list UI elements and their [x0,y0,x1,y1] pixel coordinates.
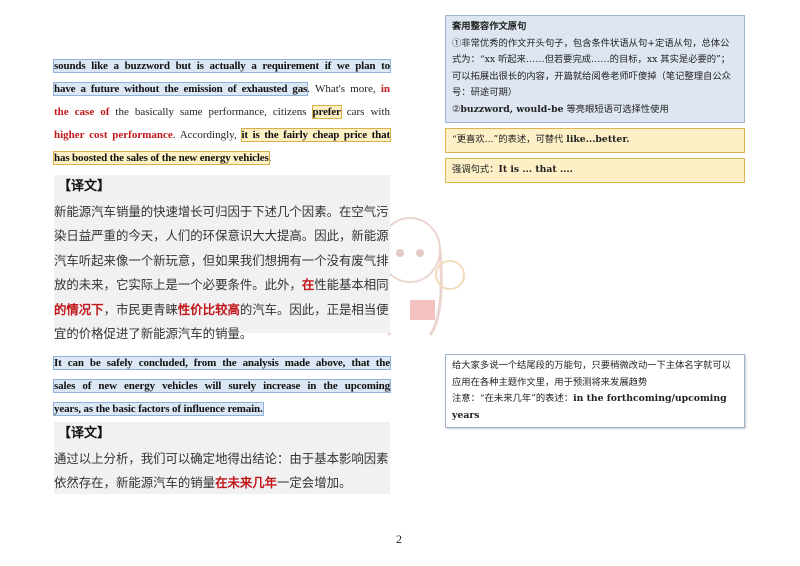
highlight-emphasis: has boosted the sales of the new energy … [53,151,270,165]
note-text: 注意：“在未来几年”的表述：in the forthcoming/upcomin… [452,393,727,421]
text: . What's more, [307,83,381,95]
translation-block-1: 【译文】 新能源汽车销量的快速增长可归因于下述几个因素。在空气污染日益严重的今天… [54,175,390,341]
translation-text: 新能源汽车销量的快速增长可归因于下述几个因素。在空气污染日益严重的今天，人们的环… [54,203,389,342]
note-text: It is ... that .... [498,164,573,175]
highlight-prefer: prefer [311,105,342,119]
english-paragraph-1: sounds like a buzzword but is actually a… [52,55,391,170]
translation-heading: 【译文】 [58,179,111,194]
red-phrase: in [380,83,390,95]
note-text: ②buzzword, would-be 等亮眼短语可选择性使用 [452,103,669,115]
translation-text: 通过以上分析，我们可以确定地得出结论：由于基本影响因素依然存在，新能源汽车的销量… [54,450,389,491]
translation-block-2: 【译文】 通过以上分析，我们可以确定地得出结论：由于基本影响因素依然存在，新能源… [54,422,390,494]
red-phrase: the case of [54,106,110,118]
highlight-conclusion: sales of new energy vehicles will surely… [53,379,391,393]
page-number: 2 [396,532,402,546]
note-box-opening-sentence: 套用整容作文原句 ①非常优秀的作文开头句子，包含条件状语从句+定语从句，总体公式… [445,15,745,123]
document-page: sounds like a buzzword but is actually a… [0,0,800,566]
note-text: 强调句式： [452,164,499,175]
note-text: ①非常优秀的作文开头句子，包含条件状语从句+定语从句，总体公式为：“xx 听起来… [452,37,731,99]
red-phrase: higher cost performance [54,129,173,141]
highlight-emphasis: it is the fairly cheap price that [240,128,391,142]
note-text: like...better. [566,134,630,145]
highlight-opening-sentence: have a future without the emission of ex… [52,82,309,96]
note-text: 给大家多说一个结尾段的万能句，只要稍微改动一下主体名字就可以应用在各种主题作文里… [452,360,731,388]
text: cars with [340,106,390,118]
note-box-emphasis: 强调句式：It is ... that .... [445,158,745,183]
note-box-conclusion: 给大家多说一个结尾段的万能句，只要稍微改动一下主体名字就可以应用在各种主题作文里… [445,354,745,429]
note-text: “更喜欢...”的表述，可替代 [452,134,567,145]
translation-heading: 【译文】 [58,426,111,441]
text: . [268,152,272,164]
highlight-opening-sentence: sounds like a buzzword but is actually a… [53,59,391,73]
english-paragraph-2: It can be safely concluded, from the ana… [53,352,391,421]
note-title: 套用整容作文原句 [452,21,527,32]
text: . Accordingly, [172,129,242,141]
text: the basically same performance, citizens [109,106,313,118]
highlight-conclusion: It can be safely concluded, from the ana… [53,356,391,370]
highlight-conclusion: years, as the basic factors of influence… [53,402,264,416]
note-box-prefer: “更喜欢...”的表述，可替代 like...better. [445,128,745,153]
